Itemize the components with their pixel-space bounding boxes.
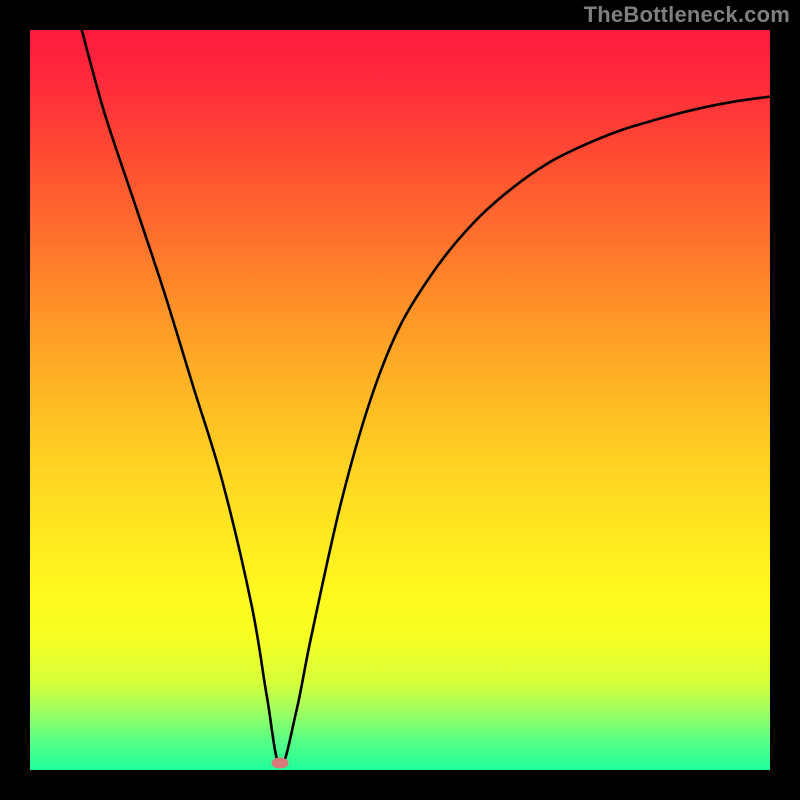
plot-area <box>30 30 770 770</box>
curve-svg <box>30 30 770 770</box>
bottleneck-curve-path <box>82 30 770 766</box>
chart-frame: TheBottleneck.com <box>0 0 800 800</box>
minimum-marker <box>272 757 289 768</box>
watermark-text: TheBottleneck.com <box>584 2 790 28</box>
